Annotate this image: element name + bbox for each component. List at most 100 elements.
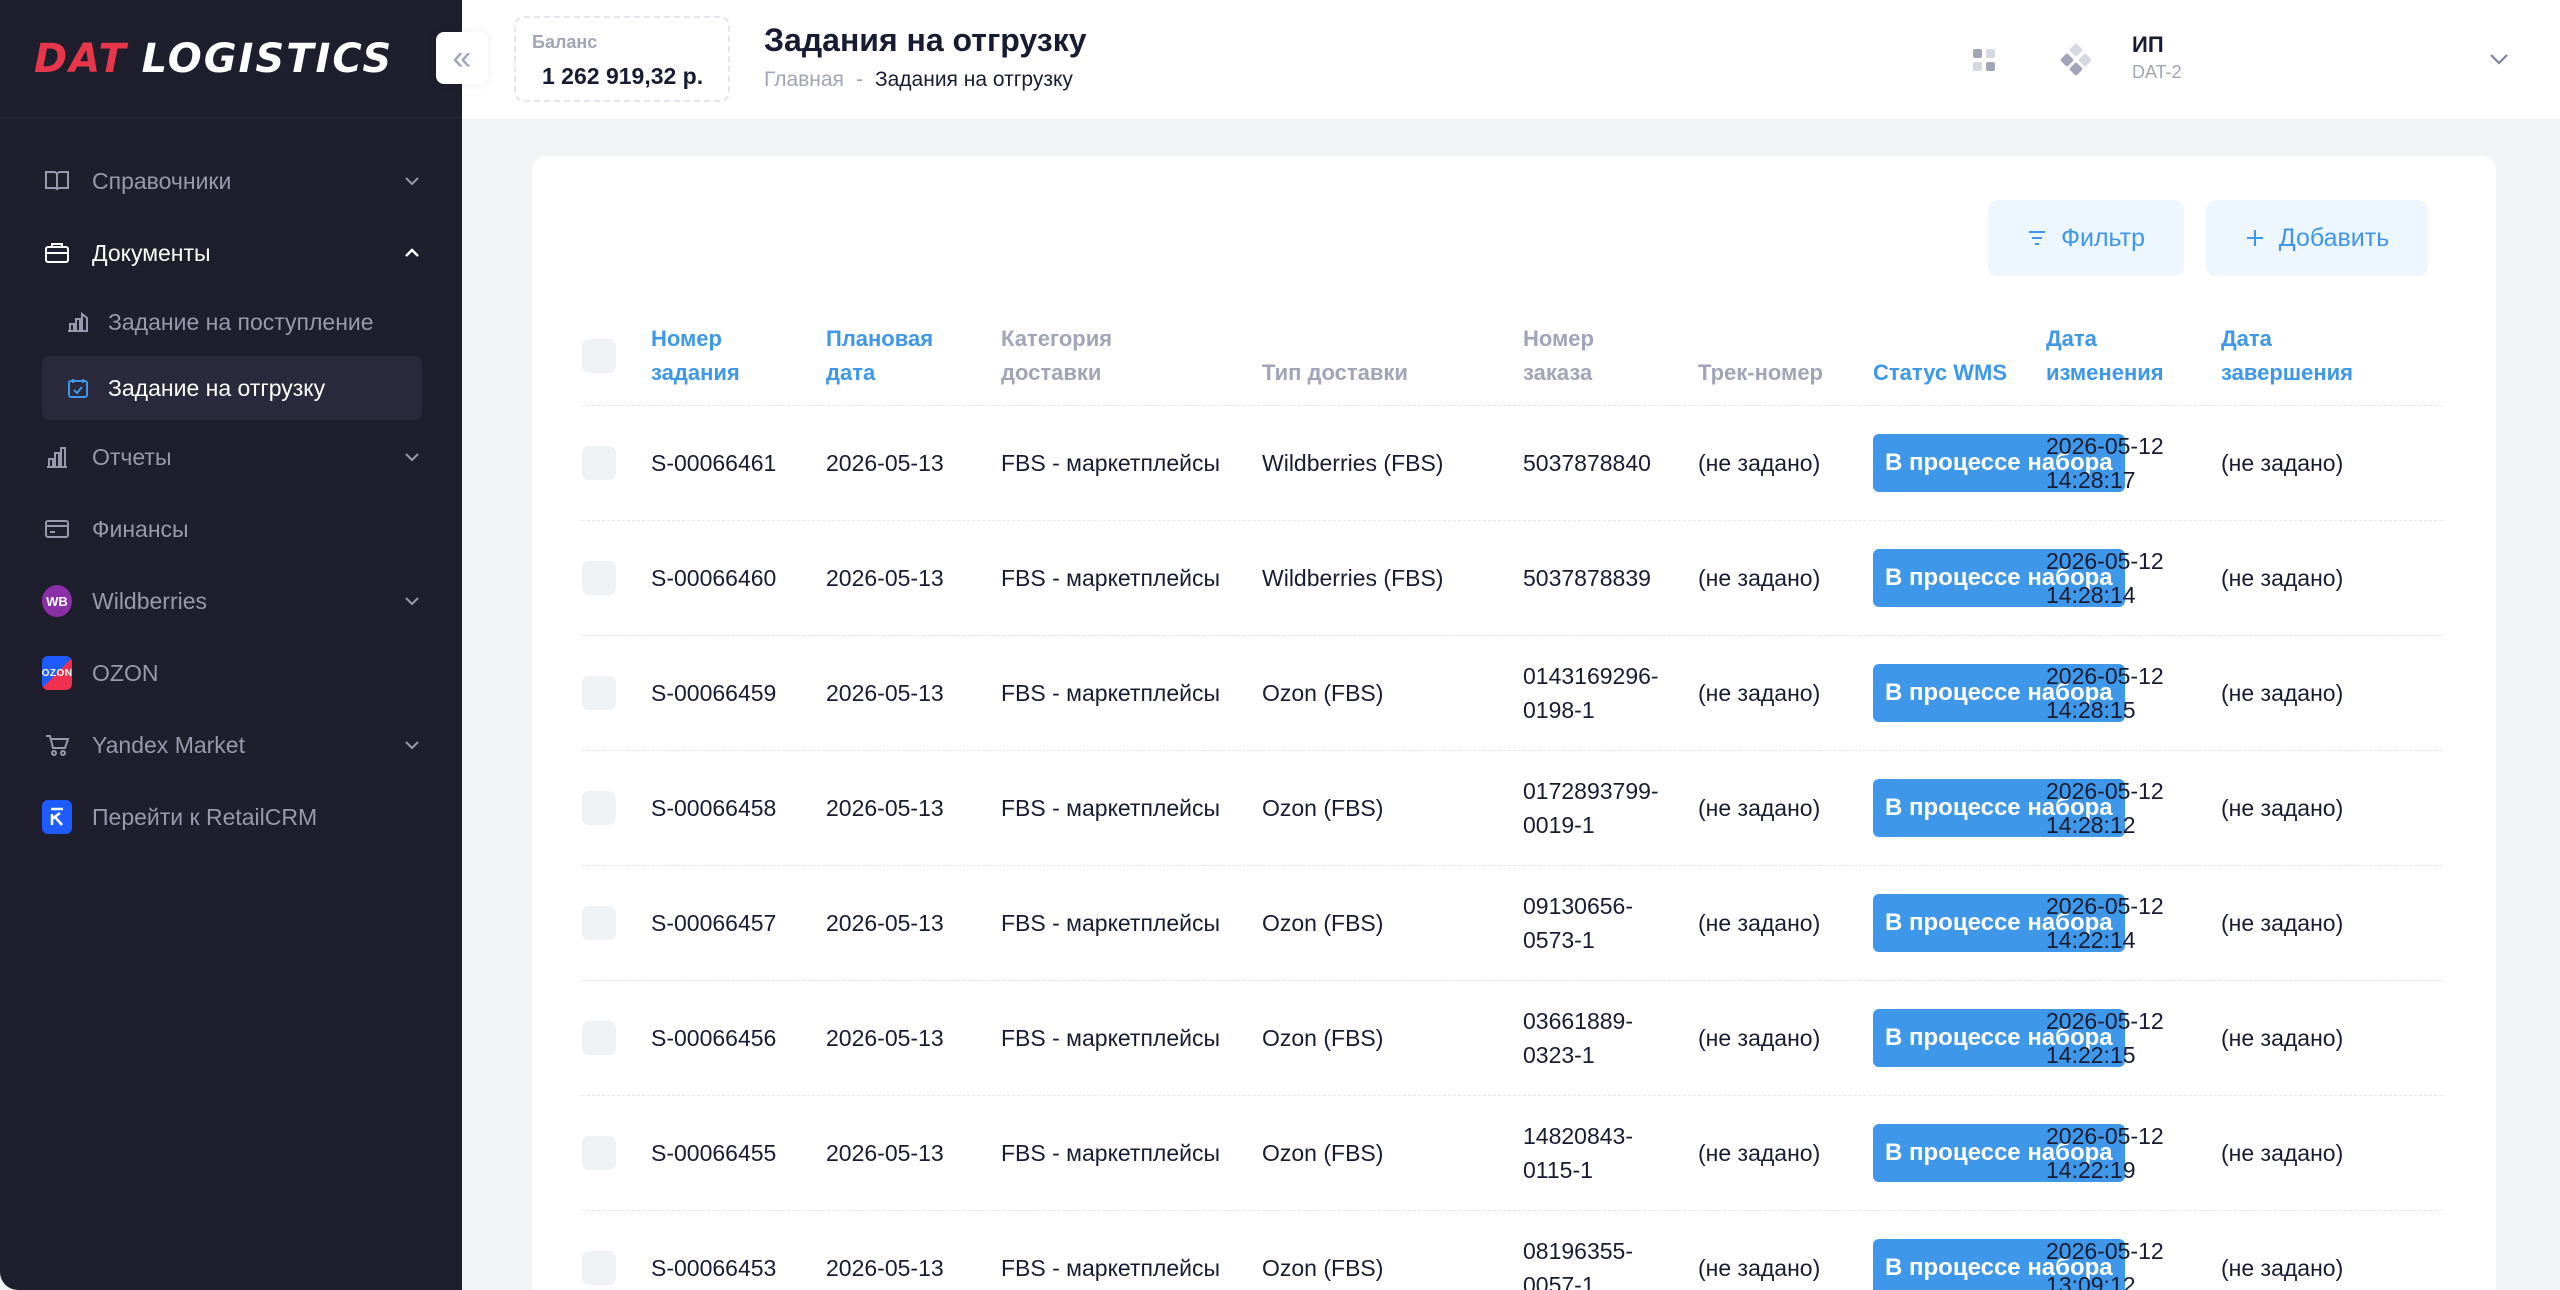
planned-date-cell: 2026-05-13 (826, 1025, 944, 1051)
modified-date-cell: 2026-05-12 14:28:17 (2046, 429, 2221, 497)
col-header-line2: задания (651, 359, 740, 385)
row-checkbox[interactable] (582, 446, 616, 480)
col-header-task-number[interactable]: Номер задания (651, 322, 826, 390)
sidebar-item-references[interactable]: Справочники (42, 146, 422, 216)
track-number-cell: (не задано) (1698, 450, 1821, 476)
col-header-wms-status[interactable]: Статус WMS (1873, 322, 2046, 390)
planned-date-cell: 2026-05-13 (826, 1140, 944, 1166)
planned-date-cell: 2026-05-13 (826, 565, 944, 591)
wildberries-logo-icon: WB (42, 585, 72, 617)
table-row[interactable]: S-00066457 2026-05-13 FBS - маркетплейсы… (582, 866, 2442, 981)
task-number-cell[interactable]: S-00066460 (651, 561, 826, 595)
sidebar-item-documents[interactable]: Документы (42, 218, 422, 288)
chevron-down-icon (402, 735, 422, 755)
sidebar-subitem-shipment-task[interactable]: Задание на отгрузку (42, 356, 422, 420)
task-number-cell[interactable]: S-00066453 (651, 1251, 826, 1285)
task-number-cell[interactable]: S-00066456 (651, 1021, 826, 1055)
table-row[interactable]: S-00066459 2026-05-13 FBS - маркетплейсы… (582, 636, 2442, 751)
modified-date-line1: 2026-05-12 (2046, 433, 2164, 459)
wms-status-cell: В процессе набора (1873, 664, 2125, 722)
apps-grid-icon[interactable] (1964, 40, 2004, 80)
row-select-cell (582, 1021, 651, 1055)
sidebar-item-label: Задание на отгрузку (108, 374, 326, 401)
order-number-cell: 03661889- 0323-1 (1523, 1004, 1698, 1072)
row-select-cell (582, 1136, 651, 1170)
app-logo[interactable]: DAT LOGISTICS (34, 36, 393, 82)
table-row[interactable]: S-00066460 2026-05-13 FBS - маркетплейсы… (582, 521, 2442, 636)
breadcrumb-home-link[interactable]: Главная (764, 68, 844, 92)
track-number-cell: (не задано) (1698, 1140, 1821, 1166)
user-avatar-icon[interactable] (2056, 40, 2096, 80)
order-number-cell: 0143169296- 0198-1 (1523, 659, 1698, 727)
select-all-checkbox[interactable] (582, 338, 616, 373)
sidebar-collapse-button[interactable]: « (436, 32, 488, 84)
balance-value: 1 262 919,32 р. (542, 63, 704, 89)
calendar-check-icon (64, 374, 92, 402)
breadcrumb: Главная - Задания на отгрузку (764, 68, 1073, 92)
row-checkbox[interactable] (582, 791, 616, 825)
modified-date-line1: 2026-05-12 (2046, 893, 2164, 919)
delivery-category-cell: FBS - маркетплейсы (1001, 450, 1220, 476)
order-number-line2: 0573-1 (1523, 927, 1595, 953)
delivery-category-cell: FBS - маркетплейсы (1001, 565, 1220, 591)
col-header-line2: Тип доставки (1262, 359, 1408, 385)
task-number-cell[interactable]: S-00066461 (651, 446, 826, 480)
row-checkbox[interactable] (582, 561, 616, 595)
logo-dat-text: DAT (34, 35, 128, 82)
table-row[interactable]: S-00066455 2026-05-13 FBS - маркетплейсы… (582, 1096, 2442, 1211)
chevron-down-icon[interactable] (2484, 44, 2514, 74)
filter-button-label: Фильтр (2061, 223, 2145, 252)
double-chevron-left-icon: « (452, 39, 472, 77)
col-header-line1: Дата (2046, 325, 2097, 351)
delivery-category-cell: FBS - маркетплейсы (1001, 910, 1220, 936)
task-number-cell[interactable]: S-00066457 (651, 906, 826, 940)
order-number-line1: 08196355- (1523, 1238, 1633, 1264)
plus-icon (2245, 228, 2265, 248)
col-header-planned-date[interactable]: Плановая дата (826, 322, 1001, 390)
planned-date-cell: 2026-05-13 (826, 1255, 944, 1281)
sidebar-item-yandex-market[interactable]: Yandex Market (42, 710, 422, 780)
sidebar-item-ozon[interactable]: OZON OZON (41, 638, 422, 708)
sidebar-subitem-inbound-task[interactable]: Задание на поступление (42, 290, 422, 354)
row-checkbox[interactable] (582, 676, 616, 710)
modified-date-cell: 2026-05-12 14:28:14 (2046, 544, 2221, 612)
col-header-modified-date[interactable]: Дата изменения (2046, 322, 2221, 390)
sidebar-item-finance[interactable]: Финансы (42, 494, 422, 564)
table-row[interactable]: S-00066453 2026-05-13 FBS - маркетплейсы… (582, 1211, 2442, 1290)
col-header-line1: Дата (2221, 325, 2272, 351)
table-row[interactable]: S-00066461 2026-05-13 FBS - маркетплейсы… (582, 406, 2442, 521)
ozon-badge-text: OZON (41, 656, 73, 690)
order-number-line2: 0019-1 (1523, 812, 1595, 838)
row-checkbox[interactable] (582, 1251, 616, 1285)
col-header-order-number: Номер заказа (1523, 322, 1698, 390)
task-number-cell[interactable]: S-00066458 (651, 791, 826, 825)
sidebar-item-retailcrm[interactable]: Перейти к RetailCRM (42, 782, 422, 852)
row-checkbox[interactable] (582, 1136, 616, 1170)
task-number-cell[interactable]: S-00066455 (651, 1136, 826, 1170)
filter-button[interactable]: Фильтр (1988, 200, 2184, 276)
chevron-up-icon (402, 243, 422, 263)
table-row[interactable]: S-00066456 2026-05-13 FBS - маркетплейсы… (582, 981, 2442, 1096)
credit-card-icon (42, 514, 72, 544)
add-button[interactable]: Добавить (2206, 200, 2428, 276)
user-name[interactable]: ИП (2132, 32, 2164, 58)
delivery-type-cell: Ozon (FBS) (1262, 680, 1384, 706)
col-header-completion-date[interactable]: Дата завершения (2221, 322, 2369, 390)
row-checkbox[interactable] (582, 906, 616, 940)
sidebar-item-wildberries[interactable]: WB Wildberries (42, 566, 422, 636)
briefcase-icon (42, 238, 72, 268)
delivery-category-cell: FBS - маркетплейсы (1001, 1025, 1220, 1051)
task-number-cell[interactable]: S-00066459 (651, 676, 826, 710)
order-number-cell: 09130656- 0573-1 (1523, 889, 1698, 957)
modified-date-line2: 14:28:12 (2046, 812, 2136, 838)
table-row[interactable]: S-00066458 2026-05-13 FBS - маркетплейсы… (582, 751, 2442, 866)
planned-date-cell: 2026-05-13 (826, 680, 944, 706)
sidebar-item-reports[interactable]: Отчеты (42, 422, 422, 492)
modified-date-line2: 14:28:15 (2046, 697, 2136, 723)
track-number-cell: (не задано) (1698, 565, 1821, 591)
completion-date-cell: (не задано) (2221, 1255, 2344, 1281)
completion-date-cell: (не задано) (2221, 795, 2344, 821)
row-checkbox[interactable] (582, 1021, 616, 1055)
modified-date-line2: 13:09:12 (2046, 1272, 2136, 1290)
chevron-down-icon (402, 591, 422, 611)
